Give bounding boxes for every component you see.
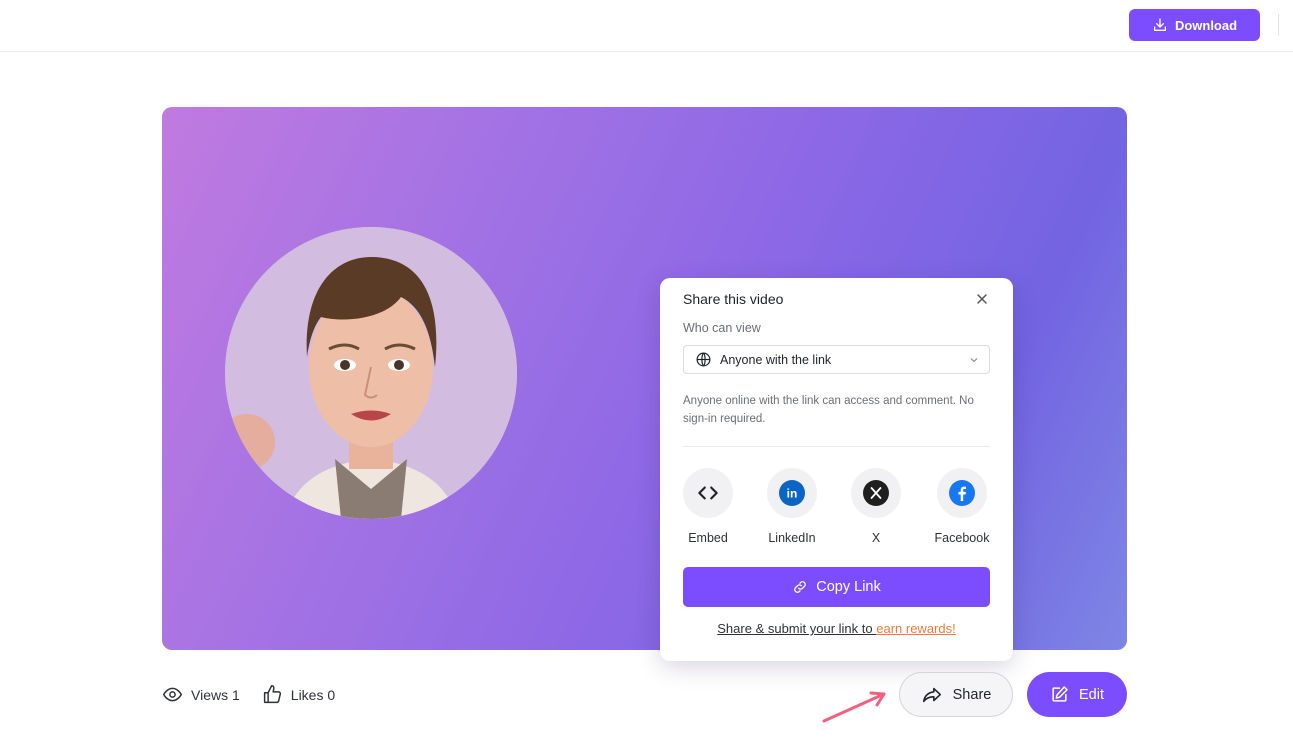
embed-label: Embed [688, 531, 728, 545]
x-button[interactable] [851, 468, 901, 518]
likes-count: Likes 0 [290, 686, 336, 703]
likes-stat[interactable]: Likes 0 [262, 684, 335, 705]
thumbs-up-icon [263, 685, 281, 704]
globe-icon [696, 352, 711, 367]
svg-text:in: in [787, 487, 798, 501]
download-icon [1153, 18, 1166, 31]
share-button[interactable]: Share [899, 672, 1013, 717]
edit-icon [1052, 686, 1068, 702]
share-popup: Share this video Who can view Anyone wit… [660, 278, 1013, 661]
code-icon [698, 486, 718, 500]
x-label: X [871, 531, 881, 545]
facebook-button[interactable] [937, 468, 987, 518]
earn-rewards-link[interactable]: earn rewards! [876, 621, 955, 636]
link-icon [794, 581, 807, 593]
pointer-arrow [822, 691, 886, 723]
access-select[interactable]: Anyone with the link [683, 345, 990, 374]
x-option[interactable]: X [841, 468, 911, 545]
video-stats: Views 1 Likes 0 [162, 684, 335, 705]
rewards-text: Share & submit your link to earn rewards… [660, 621, 1013, 636]
x-icon [863, 480, 889, 506]
copy-link-label: Copy Link [816, 579, 881, 595]
copy-link-button[interactable]: Copy Link [683, 567, 990, 607]
views-stat: Views 1 [162, 684, 240, 705]
access-select-value: Anyone with the link [720, 352, 832, 367]
topbar-divider [1278, 14, 1279, 36]
linkedin-option[interactable]: in LinkedIn [757, 468, 827, 545]
edit-label: Edit [1079, 686, 1104, 703]
eye-icon [162, 687, 183, 702]
embed-button[interactable] [683, 468, 733, 518]
popup-title: Share this video [683, 291, 784, 307]
access-description: Anyone online with the link can access a… [683, 395, 974, 425]
presenter-avatar [225, 227, 517, 519]
download-button[interactable]: Download [1129, 9, 1260, 41]
who-can-view-label: Who can view [683, 321, 761, 335]
divider [683, 446, 990, 447]
chevron-down-icon [970, 358, 978, 363]
facebook-option[interactable]: Facebook [927, 468, 997, 545]
facebook-icon [949, 480, 975, 506]
facebook-label: Facebook [934, 531, 990, 545]
top-bar: Download [0, 0, 1293, 52]
linkedin-icon: in [779, 480, 805, 506]
share-label: Share [952, 686, 992, 703]
share-icon [922, 687, 941, 702]
embed-option[interactable]: Embed [673, 468, 743, 545]
close-button[interactable] [974, 291, 990, 307]
download-label: Download [1174, 17, 1238, 33]
rewards-prefix[interactable]: Share & submit your link to [717, 621, 876, 636]
linkedin-button[interactable]: in [767, 468, 817, 518]
views-count: Views 1 [191, 686, 240, 703]
close-icon [977, 294, 987, 304]
linkedin-label: LinkedIn [768, 531, 816, 545]
edit-button[interactable]: Edit [1027, 672, 1127, 717]
